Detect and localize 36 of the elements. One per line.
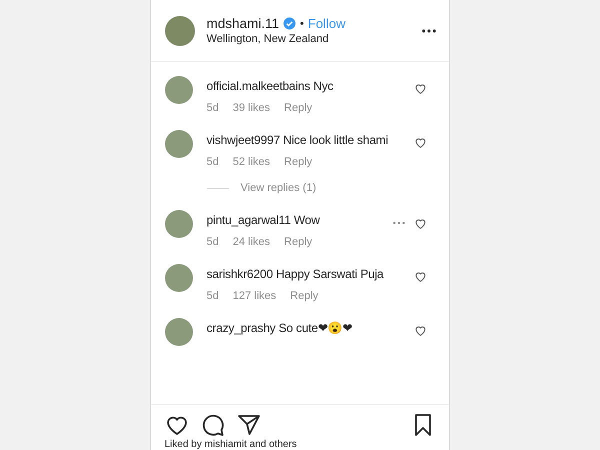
reply-link[interactable]: Reply xyxy=(284,102,312,114)
comment-text: crazy_prashy So cute❤😮❤ xyxy=(206,320,354,336)
comment-time: 5d xyxy=(206,156,219,168)
likes-count[interactable]: 52 likes xyxy=(232,156,270,168)
heart-icon[interactable] xyxy=(414,324,426,337)
comment-text: official.malkeetbains Nyc xyxy=(206,78,334,94)
liked-by-text: Liked by mishiamit and others xyxy=(164,439,298,450)
heart-icon[interactable] xyxy=(414,136,426,149)
heart-icon[interactable] xyxy=(414,216,426,230)
avatar-photo[interactable] xyxy=(164,318,192,346)
likes-count[interactable]: 24 likes xyxy=(232,236,270,248)
avatar-photo[interactable] xyxy=(164,16,194,46)
location-link[interactable]: Wellington, New Zealand xyxy=(206,33,408,45)
comment-text: pintu_agarwal11 Wow xyxy=(206,212,321,228)
comment-time: 5d xyxy=(206,102,219,114)
avatar-photo[interactable] xyxy=(164,130,192,158)
likes-count[interactable]: 39 likes xyxy=(232,102,270,114)
likes-count[interactable]: 127 likes xyxy=(232,290,276,302)
follow-link[interactable]: Follow xyxy=(308,16,346,31)
comment-text: vishwjeet9997 Nice look little shami xyxy=(206,132,390,148)
heart-icon[interactable] xyxy=(414,270,426,283)
heart-icon[interactable] xyxy=(414,82,426,95)
view-replies-link[interactable]: View replies (1) xyxy=(240,182,316,194)
username-link[interactable]: mdshami.11 xyxy=(206,16,280,31)
comment-text: sarishkr6200 Happy Sarswati Puja xyxy=(206,266,385,282)
comment-bubble-icon[interactable] xyxy=(200,413,224,437)
paper-plane-icon[interactable] xyxy=(236,413,260,437)
reply-link[interactable]: Reply xyxy=(284,236,312,248)
separator-dot: • xyxy=(300,18,304,30)
avatar-photo[interactable] xyxy=(164,264,192,292)
comment-time: 5d xyxy=(206,290,219,302)
comment-time: 5d xyxy=(206,236,219,248)
reply-link[interactable]: Reply xyxy=(284,156,312,168)
avatar-photo[interactable] xyxy=(164,210,192,238)
reply-link[interactable]: Reply xyxy=(290,290,318,302)
avatar-photo[interactable] xyxy=(164,76,192,104)
